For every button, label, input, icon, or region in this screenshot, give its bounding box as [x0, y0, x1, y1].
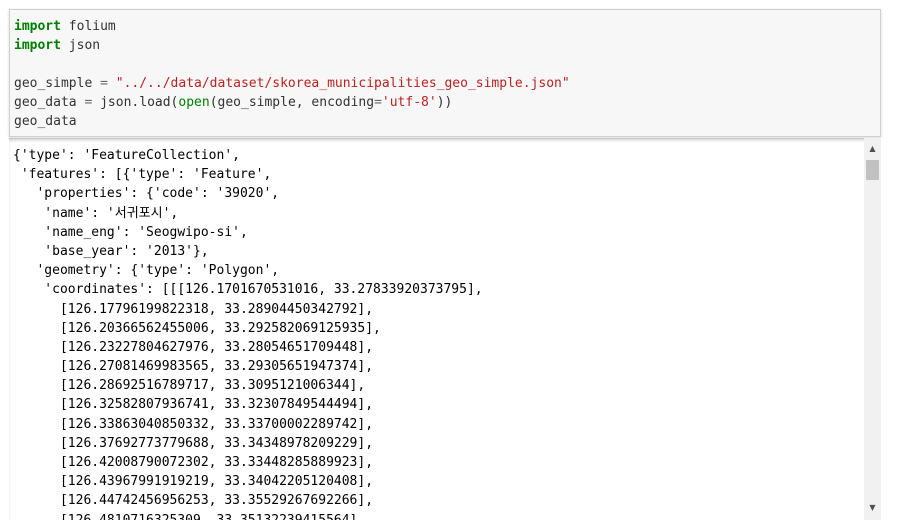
output-line: [126.33863040850332, 33.33700002289742],	[13, 416, 374, 432]
output-line: [126.42008790072302, 33.33448285889923],	[13, 455, 374, 470]
output-line: [126.43967991919219, 33.34042205120408],	[13, 474, 374, 490]
code-token: import	[14, 38, 61, 53]
code-line: geo_data	[14, 112, 880, 131]
code-token: json	[60, 38, 101, 53]
output-line: [126.20366562455006, 33.292582069125935]…	[13, 320, 381, 336]
code-token: 'utf-8'	[381, 95, 437, 110]
code-token: geo_data	[14, 95, 85, 110]
code-line: import folium	[14, 17, 880, 36]
code-line: geo_data = json.load(open(geo_simple, en…	[14, 93, 880, 112]
output-text: {'type': 'FeatureCollection', 'features'…	[13, 146, 858, 520]
vertical-scrollbar[interactable]: ▲ ▼	[864, 138, 881, 520]
code-line: geo_simple = "../../data/dataset/skorea_…	[14, 74, 880, 93]
code-token: json.load(	[92, 95, 179, 110]
output-line: [126.32582807936741, 33.32307849544494],	[13, 397, 374, 413]
code-token: folium	[60, 19, 116, 34]
output-line: 'name': '서귀포시',	[13, 205, 179, 221]
output-line: 'coordinates': [[[126.1701670531016, 33.…	[13, 282, 483, 298]
scroll-thumb[interactable]	[866, 160, 879, 180]
output-area[interactable]: {'type': 'FeatureCollection', 'features'…	[9, 138, 881, 520]
code-token: open	[178, 95, 210, 110]
code-token: import	[14, 19, 61, 34]
code-token: =	[100, 76, 108, 91]
output-line: 'features': [{'type': 'Feature',	[13, 167, 272, 183]
output-line: 'base_year': '2013'},	[13, 243, 209, 259]
output-line: [126.23227804627976, 33.28054651709448],	[13, 339, 374, 355]
output-line: [126.4810716325309, 33.35132239415564],	[13, 511, 858, 520]
code-token: "../../data/dataset/skorea_municipalitie…	[115, 76, 570, 91]
scroll-down-icon[interactable]: ▼	[864, 499, 881, 516]
code-input-cell[interactable]: import folium import json geo_simple = "..…	[9, 9, 881, 137]
output-line: [126.17796199822318, 33.28904450342792],	[13, 301, 374, 317]
notebook-page: import folium import json geo_simple = "..…	[0, 0, 897, 520]
code-line: import json	[14, 36, 880, 55]
output-line: [126.44742456956253, 33.35529267692266],	[13, 493, 374, 509]
code-token: ))	[436, 95, 453, 110]
code-token: =	[374, 95, 382, 110]
code-token: (geo_simple, encoding	[209, 95, 375, 110]
output-line: [126.28692516789717, 33.3095121006344],	[13, 378, 366, 394]
output-line: 'name_eng': 'Seogwipo-si',	[13, 224, 248, 240]
code-token: geo_simple	[14, 76, 101, 91]
code-token: geo_data	[14, 114, 77, 129]
scroll-up-icon[interactable]: ▲	[864, 140, 881, 157]
output-line: [126.27081469983565, 33.29305651947374],	[13, 359, 374, 375]
output-line: 'geometry': {'type': 'Polygon',	[13, 263, 280, 279]
output-line: {'type': 'FeatureCollection',	[13, 148, 240, 163]
output-line: 'properties': {'code': '39020',	[13, 186, 280, 202]
output-line: [126.37692773779688, 33.34348978209229],	[13, 435, 374, 451]
